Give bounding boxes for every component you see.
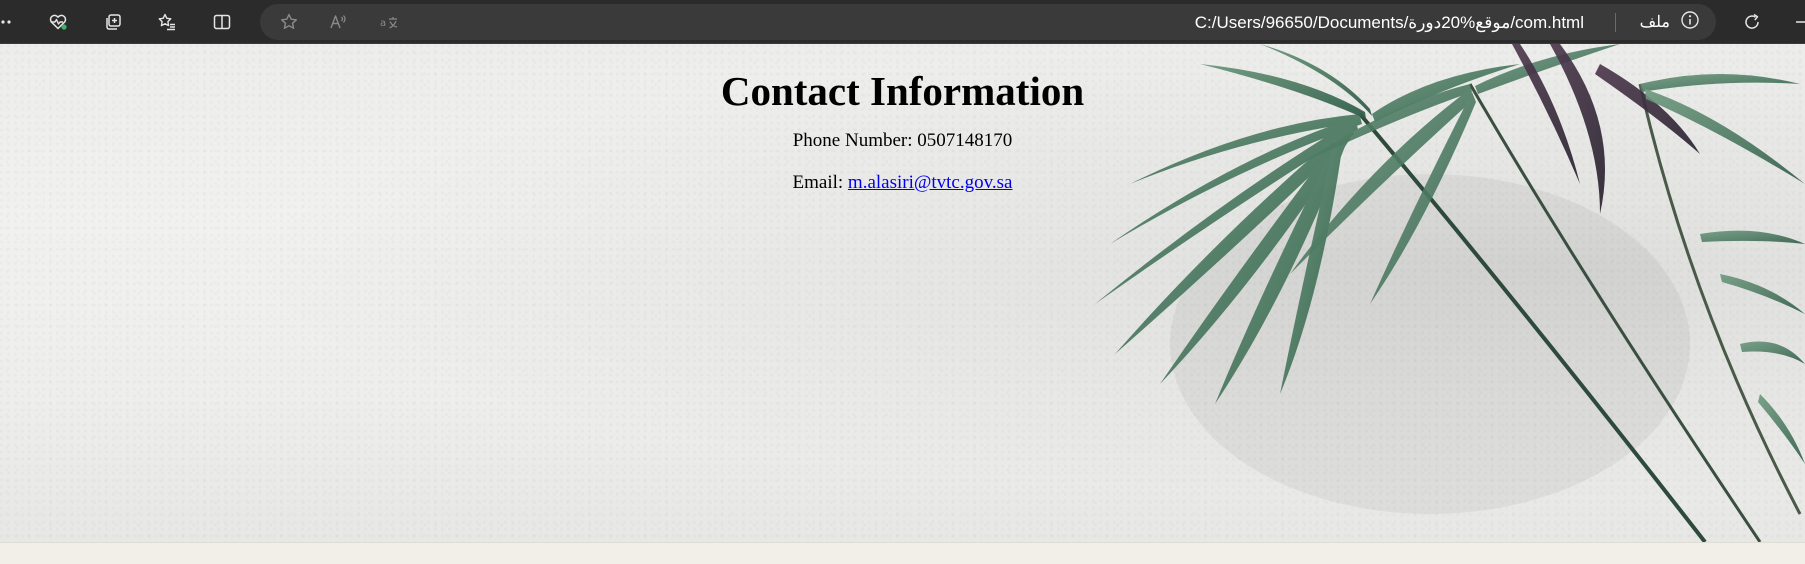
svg-text:a: a <box>380 18 386 29</box>
page-bottom-strip <box>0 542 1805 564</box>
address-divider <box>1615 13 1616 32</box>
minimize-icon[interactable] <box>1788 7 1805 37</box>
info-circle-icon <box>1680 10 1700 35</box>
split-screen-icon[interactable] <box>207 7 237 37</box>
url-text[interactable]: C:/Users/96650/Documents/موقع%20دورة/com… <box>1195 13 1584 33</box>
favorites-list-icon[interactable] <box>152 7 182 37</box>
phone-value: 0507148170 <box>917 130 1013 151</box>
more-dots-icon[interactable] <box>0 7 18 37</box>
add-favorite-star-icon[interactable] <box>274 7 304 37</box>
collections-icon[interactable] <box>98 7 128 37</box>
read-aloud-icon[interactable] <box>323 7 353 37</box>
email-link[interactable]: m.alasiri@tvtc.gov.sa <box>848 172 1013 193</box>
email-line: Email: m.alasiri@tvtc.gov.sa <box>0 172 1805 194</box>
browser-essentials-heart-icon[interactable] <box>43 7 73 37</box>
browser-toolbar: a C:/Users/96650/Documents/موقع%20دورة/c… <box>0 0 1805 44</box>
translate-icon[interactable]: a <box>374 7 404 37</box>
page-title: Contact Information <box>720 68 1085 114</box>
phone-label: Phone Number: <box>792 130 913 151</box>
site-info-button[interactable]: ملف <box>1639 10 1700 35</box>
email-label: Email: <box>792 172 844 193</box>
phone-line: Phone Number: 0507148170 <box>0 130 1805 152</box>
contact-section: Contact Information Phone Number: 050714… <box>0 44 1805 194</box>
site-info-label: ملف <box>1639 14 1670 31</box>
refresh-icon[interactable] <box>1737 7 1767 37</box>
address-bar[interactable]: a C:/Users/96650/Documents/موقع%20دورة/c… <box>260 4 1716 40</box>
page-viewport: Contact Information Phone Number: 050714… <box>0 44 1805 542</box>
